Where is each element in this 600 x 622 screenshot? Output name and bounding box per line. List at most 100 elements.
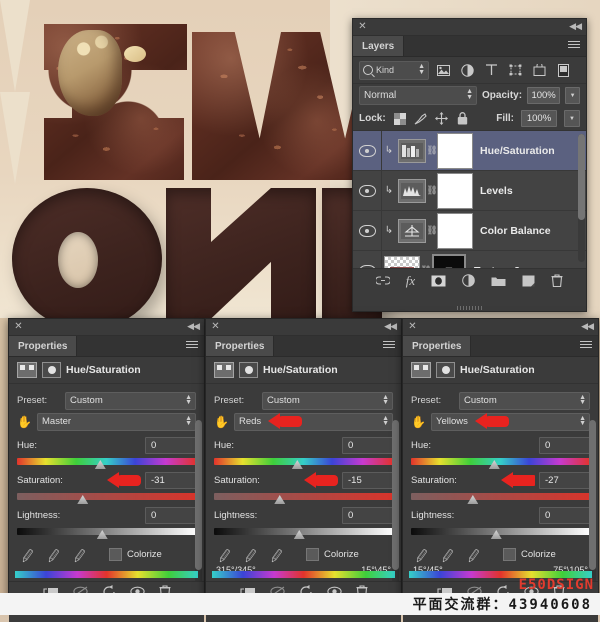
lightness-value[interactable]: 0 xyxy=(145,507,196,524)
tab-properties[interactable]: Properties xyxy=(9,336,78,356)
eyedropper-add-icon[interactable]: 🖉 xyxy=(243,546,259,564)
layers-scrollbar[interactable] xyxy=(578,134,585,262)
new-group-icon[interactable] xyxy=(491,275,506,287)
eyedropper-add-icon[interactable]: 🖉 xyxy=(440,546,456,564)
pixel-layer-filter-icon[interactable] xyxy=(434,61,453,80)
opacity-dropdown-icon[interactable]: ▼ xyxy=(565,87,580,104)
colorize-checkbox[interactable] xyxy=(109,547,122,561)
adjustment-layer-icon[interactable] xyxy=(462,274,475,287)
collapse-icon[interactable]: ◀◀ xyxy=(384,322,397,331)
hue-slider[interactable] xyxy=(206,455,401,471)
tab-properties[interactable]: Properties xyxy=(403,336,472,356)
on-image-adjust-icon[interactable]: ✋ xyxy=(17,415,37,429)
lock-position-icon[interactable] xyxy=(435,112,449,126)
tab-properties[interactable]: Properties xyxy=(206,336,275,356)
lightness-slider[interactable] xyxy=(403,525,598,541)
lock-image-pixels-icon[interactable] xyxy=(414,112,428,126)
table-row[interactable]: ↳ ⛓ Hue/Saturation xyxy=(353,131,586,171)
close-icon[interactable]: ✕ xyxy=(408,322,417,332)
layer-filter-bar[interactable]: Kind ▲ ▼ xyxy=(353,57,586,84)
layer-visibility-toggle[interactable] xyxy=(353,131,382,170)
lightness-slider[interactable] xyxy=(206,525,401,541)
table-row[interactable]: ↳ ⛓ Levels xyxy=(353,171,586,211)
filter-kind-select[interactable]: Kind ▲ ▼ xyxy=(359,60,429,80)
collapse-icon[interactable]: ◀◀ xyxy=(581,322,594,331)
saturation-value[interactable]: -15 xyxy=(342,472,393,489)
properties-panel-reds[interactable]: ✕ ◀◀ Properties Hue/Saturation Preset: C… xyxy=(205,318,402,622)
layers-list[interactable]: ↳ ⛓ Hue/Saturation ↳ ⛓ Levels ↳ ⛓ Color … xyxy=(353,131,586,268)
link-layers-icon[interactable] xyxy=(375,276,390,285)
artboard-filter-icon[interactable] xyxy=(554,61,573,80)
preset-row[interactable]: Preset: Custom ▲ ▼ xyxy=(403,390,598,411)
collapse-icon[interactable]: ◀◀ xyxy=(187,322,200,331)
color-spectrum-bar[interactable] xyxy=(212,571,395,578)
eyedropper-icon[interactable]: 🖉 xyxy=(414,546,430,564)
adjustment-thumbnail[interactable] xyxy=(398,138,426,163)
collapse-icon[interactable]: ◀◀ xyxy=(569,22,582,31)
color-spectrum-bar[interactable] xyxy=(15,571,198,578)
panel-menu-icon[interactable] xyxy=(568,41,580,51)
hue-value[interactable]: 0 xyxy=(539,437,590,454)
properties-panel-master[interactable]: ✕ ◀◀ Properties Hue/Saturation Preset: C… xyxy=(8,318,205,622)
add-mask-icon[interactable] xyxy=(431,275,446,287)
hue-slider[interactable] xyxy=(9,455,204,471)
layer-mask-thumbnail[interactable] xyxy=(437,172,473,209)
layer-name[interactable]: Hue/Saturation xyxy=(480,145,555,157)
saturation-slider[interactable] xyxy=(9,490,204,506)
properties-panel-yellows[interactable]: ✕ ◀◀ Properties Hue/Saturation Preset: C… xyxy=(402,318,599,622)
smart-object-filter-icon[interactable] xyxy=(530,61,549,80)
layer-name[interactable]: Levels xyxy=(480,185,513,197)
eyedropper-subtract-icon[interactable]: 🖉 xyxy=(72,546,88,564)
layers-bottom-toolbar[interactable]: fx xyxy=(353,268,586,292)
mask-link-icon[interactable]: ⛓ xyxy=(426,185,438,196)
layer-mask-thumbnail[interactable] xyxy=(437,132,473,169)
hue-value[interactable]: 0 xyxy=(145,437,196,454)
channel-select[interactable]: Master ▲ ▼ xyxy=(37,412,196,431)
lock-row[interactable]: Lock: Fill: 100% ▼ xyxy=(353,107,586,131)
layer-thumbnail[interactable] xyxy=(384,255,420,268)
blend-mode-select[interactable]: Normal ▲ ▼ xyxy=(359,86,478,105)
eyedropper-add-icon[interactable]: 🖉 xyxy=(46,546,62,564)
saturation-slider[interactable] xyxy=(206,490,401,506)
colorize-checkbox[interactable] xyxy=(306,547,319,561)
channel-select[interactable]: Yellows ▲ ▼ xyxy=(431,412,590,431)
tab-layers[interactable]: Layers xyxy=(353,36,405,56)
eyedropper-row[interactable]: 🖉 🖉 🖉 Colorize xyxy=(9,541,204,564)
table-row[interactable]: ⛓ ▼ Texture 2 xyxy=(353,251,586,268)
shape-layer-filter-icon[interactable] xyxy=(506,61,525,80)
layer-style-fx-icon[interactable]: fx xyxy=(406,273,415,289)
on-image-adjust-icon[interactable]: ✋ xyxy=(214,415,234,429)
saturation-slider[interactable] xyxy=(403,490,598,506)
mask-link-icon[interactable]: ⛓ xyxy=(420,265,432,268)
opacity-value[interactable]: 100% xyxy=(527,87,561,104)
close-icon[interactable]: ✕ xyxy=(358,22,367,32)
panel-resize-grip[interactable] xyxy=(456,306,483,310)
panel-menu-icon[interactable] xyxy=(383,341,395,351)
channel-row[interactable]: ✋ Master ▲ ▼ xyxy=(9,411,204,432)
mask-link-icon[interactable]: ⛓ xyxy=(426,145,438,156)
panel-menu-icon[interactable] xyxy=(186,341,198,351)
fill-value[interactable]: 100% xyxy=(521,110,557,127)
eyedropper-icon[interactable]: 🖉 xyxy=(20,546,36,564)
channel-select[interactable]: Reds ▲ ▼ xyxy=(234,412,393,431)
close-icon[interactable]: ✕ xyxy=(14,322,23,332)
preset-select[interactable]: Custom ▲ ▼ xyxy=(65,391,196,410)
close-icon[interactable]: ✕ xyxy=(211,322,220,332)
layer-name[interactable]: Texture 2 xyxy=(474,265,520,269)
hue-value[interactable]: 0 xyxy=(342,437,393,454)
adjustment-layer-filter-icon[interactable] xyxy=(458,61,477,80)
eyedropper-row[interactable]: 🖉 🖉 🖉 Colorize xyxy=(403,541,598,564)
saturation-value[interactable]: -31 xyxy=(145,472,196,489)
channel-row[interactable]: ✋ Reds ▲ ▼ xyxy=(206,411,401,432)
preset-row[interactable]: Preset: Custom ▲ ▼ xyxy=(206,390,401,411)
saturation-value[interactable]: -27 xyxy=(539,472,590,489)
adjustment-thumbnail[interactable] xyxy=(398,178,426,203)
eyedropper-icon[interactable]: 🖉 xyxy=(217,546,233,564)
preset-select[interactable]: Custom ▲ ▼ xyxy=(262,391,393,410)
layer-mask-thumbnail[interactable] xyxy=(437,212,473,249)
eyedropper-subtract-icon[interactable]: 🖉 xyxy=(466,546,482,564)
fill-dropdown-icon[interactable]: ▼ xyxy=(564,110,580,127)
adjustment-thumbnail[interactable] xyxy=(398,218,426,243)
blend-mode-row[interactable]: Normal ▲ ▼ Opacity: 100% ▼ xyxy=(353,84,586,107)
lightness-value[interactable]: 0 xyxy=(539,507,590,524)
